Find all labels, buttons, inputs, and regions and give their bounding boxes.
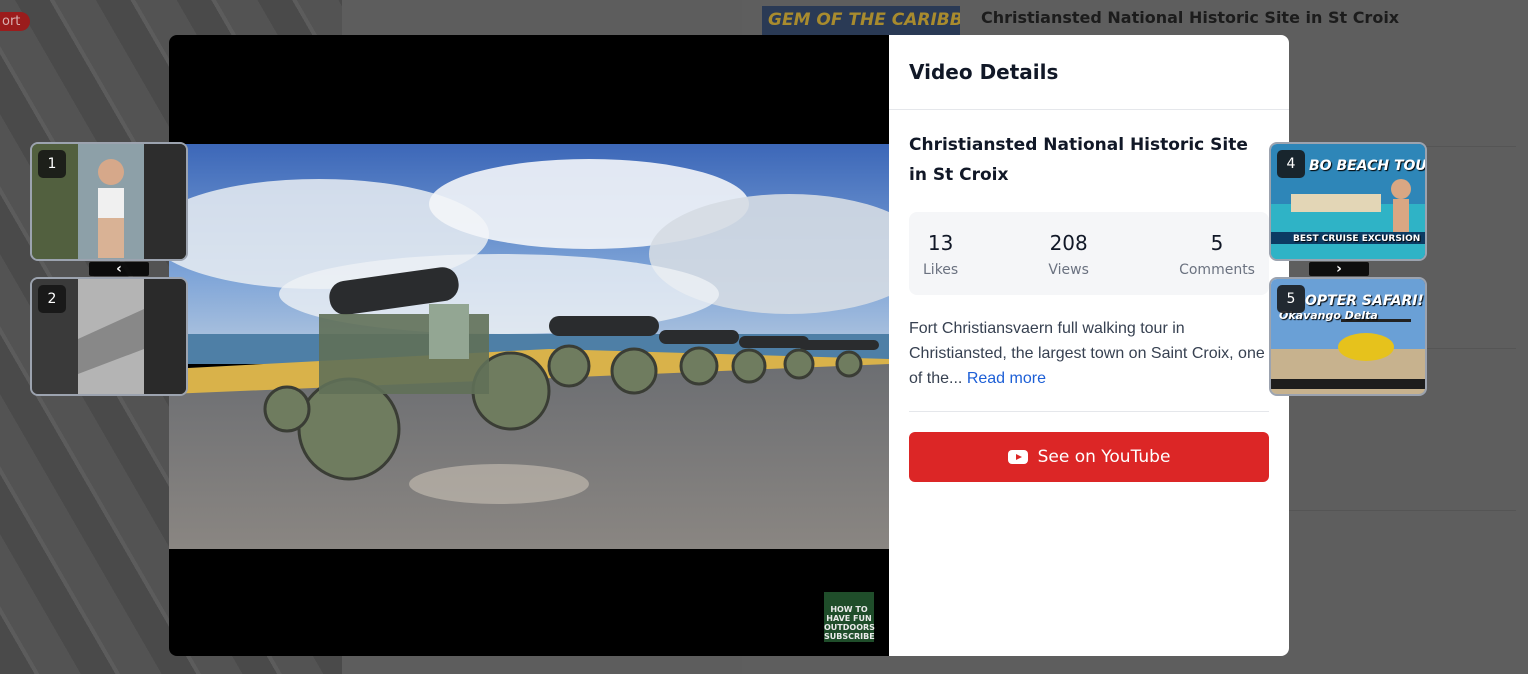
see-on-youtube-button[interactable]: See on YouTube xyxy=(909,432,1269,482)
channel-subscribe-logo[interactable]: HOW TO HAVE FUN OUTDOORS SUBSCRIBE xyxy=(824,592,875,642)
playlist-thumbnail-4[interactable]: 4 BO BEACH TOUR! BEST CRUISE EXCURSION xyxy=(1269,142,1427,261)
stat-likes: 13 Likes xyxy=(923,227,958,295)
details-header: Video Details xyxy=(889,35,1289,110)
thumbnail-number: 4 xyxy=(1277,150,1305,178)
playlist-thumbnail-5[interactable]: 5 OPTER SAFARI! Okavango Delta xyxy=(1269,277,1427,396)
playlist-thumbnail-1[interactable]: 1 xyxy=(30,142,188,261)
video-stats: 13 Likes 208 Views 5 Comments xyxy=(909,212,1269,295)
chevron-left-icon: ‹ xyxy=(116,261,122,277)
thumbnail-subcaption: BEST CRUISE EXCURSION xyxy=(1293,234,1421,244)
views-count: 208 xyxy=(1049,231,1088,255)
stat-views: 208 Views xyxy=(1048,227,1089,295)
video-details-panel: Video Details Christiansted National His… xyxy=(889,35,1289,656)
thumbnail-caption: BO BEACH TOUR! xyxy=(1309,158,1427,174)
read-more-link[interactable]: Read more xyxy=(967,370,1046,387)
youtube-icon xyxy=(1007,450,1028,464)
stat-comments: 5 Comments xyxy=(1179,227,1255,295)
video-title: Christiansted National Historic Site in … xyxy=(909,135,1248,185)
prev-arrow-button[interactable]: ‹ xyxy=(89,261,149,277)
video-player[interactable]: HOW TO HAVE FUN OUTDOORS SUBSCRIBE xyxy=(169,35,889,656)
video-description: Fort Christiansvaern full walking tour i… xyxy=(909,295,1269,412)
thumbnail-caption: OPTER SAFARI! xyxy=(1305,293,1424,309)
background-divider xyxy=(1289,510,1516,511)
comments-count: 5 xyxy=(1210,231,1224,255)
thumbnail-number: 2 xyxy=(38,285,66,313)
details-heading: Video Details xyxy=(909,60,1059,84)
youtube-button-label: See on YouTube xyxy=(1037,447,1171,467)
likes-count: 13 xyxy=(927,231,954,255)
thumbnail-number: 1 xyxy=(38,150,66,178)
views-label: Views xyxy=(1048,262,1089,278)
background-badge: ort xyxy=(0,12,31,31)
comments-label: Comments xyxy=(1179,262,1255,278)
video-still-image xyxy=(169,144,889,549)
likes-label: Likes xyxy=(923,262,959,278)
video-modal: HOW TO HAVE FUN OUTDOORS SUBSCRIBE Video… xyxy=(169,35,1289,656)
video-frame[interactable] xyxy=(169,144,889,549)
description-text: Fort Christiansvaern full walking tour i… xyxy=(909,320,1265,387)
chevron-right-icon: › xyxy=(1336,261,1342,277)
playlist-thumbnail-2[interactable]: 2 xyxy=(30,277,188,396)
next-arrow-button[interactable]: › xyxy=(1309,261,1369,277)
thumbnail-number: 5 xyxy=(1277,285,1305,313)
background-video-title: Christiansted National Historic Site in … xyxy=(981,8,1400,27)
